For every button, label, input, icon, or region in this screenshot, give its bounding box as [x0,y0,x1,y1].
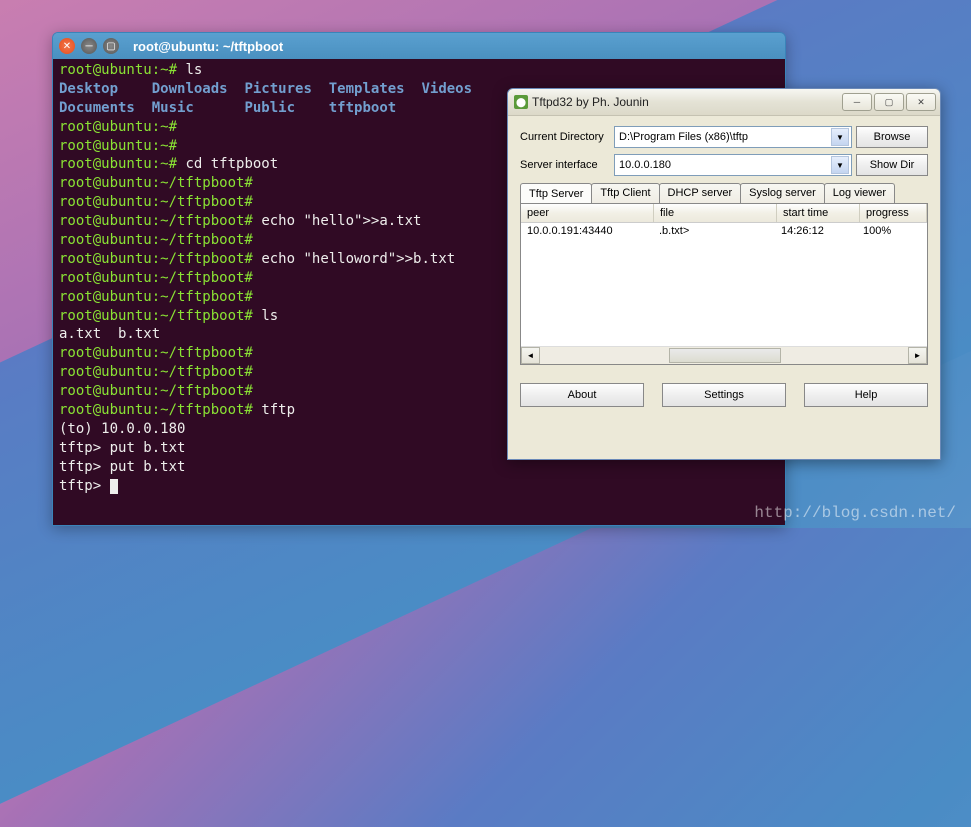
scroll-right-icon[interactable]: ► [908,347,927,364]
col-file[interactable]: file [654,204,777,222]
col-peer[interactable]: peer [521,204,654,222]
terminal-title: root@ubuntu: ~/tftpboot [133,39,283,54]
transfer-list: peer file start time progress 10.0.0.191… [520,203,928,365]
chevron-down-icon[interactable]: ▼ [831,156,849,174]
current-directory-combo[interactable]: D:\Program Files (x86)\tftp ▼ [614,126,852,148]
table-row[interactable]: 10.0.0.191:43440 .b.txt> 14:26:12 100% [521,223,927,239]
chevron-down-icon[interactable]: ▼ [831,128,849,146]
maximize-icon[interactable]: ▢ [874,93,904,111]
maximize-icon[interactable]: ▢ [103,38,119,54]
cursor [110,479,118,494]
close-icon[interactable]: ✕ [906,93,936,111]
col-progress[interactable]: progress [860,204,927,222]
tab-tftp-client[interactable]: Tftp Client [591,183,659,204]
showdir-button[interactable]: Show Dir [856,154,928,176]
current-directory-label: Current Directory [520,131,610,143]
browse-button[interactable]: Browse [856,126,928,148]
about-button[interactable]: About [520,383,644,407]
horizontal-scrollbar[interactable]: ◄ ► [521,346,927,364]
minimize-icon[interactable]: ─ [842,93,872,111]
close-icon[interactable]: ✕ [59,38,75,54]
col-start-time[interactable]: start time [777,204,860,222]
help-button[interactable]: Help [804,383,928,407]
watermark: http://blog.csdn.net/ [754,504,956,522]
terminal-titlebar[interactable]: ✕ ─ ▢ root@ubuntu: ~/tftpboot [53,33,785,59]
app-icon: ⬤ [514,95,528,109]
tftpd32-titlebar[interactable]: ⬤ Tftpd32 by Ph. Jounin ─ ▢ ✕ [508,89,940,116]
minimize-icon[interactable]: ─ [81,38,97,54]
scroll-left-icon[interactable]: ◄ [521,347,540,364]
server-interface-label: Server interface [520,159,610,171]
tab-syslog-server[interactable]: Syslog server [740,183,825,204]
tab-log-viewer[interactable]: Log viewer [824,183,895,204]
server-interface-combo[interactable]: 10.0.0.180 ▼ [614,154,852,176]
tab-dhcp-server[interactable]: DHCP server [659,183,742,204]
tftpd32-title: Tftpd32 by Ph. Jounin [532,95,842,109]
tab-tftp-server[interactable]: Tftp Server [520,183,592,204]
scroll-thumb[interactable] [669,348,781,363]
tftpd32-window: ⬤ Tftpd32 by Ph. Jounin ─ ▢ ✕ Current Di… [507,88,941,460]
settings-button[interactable]: Settings [662,383,786,407]
